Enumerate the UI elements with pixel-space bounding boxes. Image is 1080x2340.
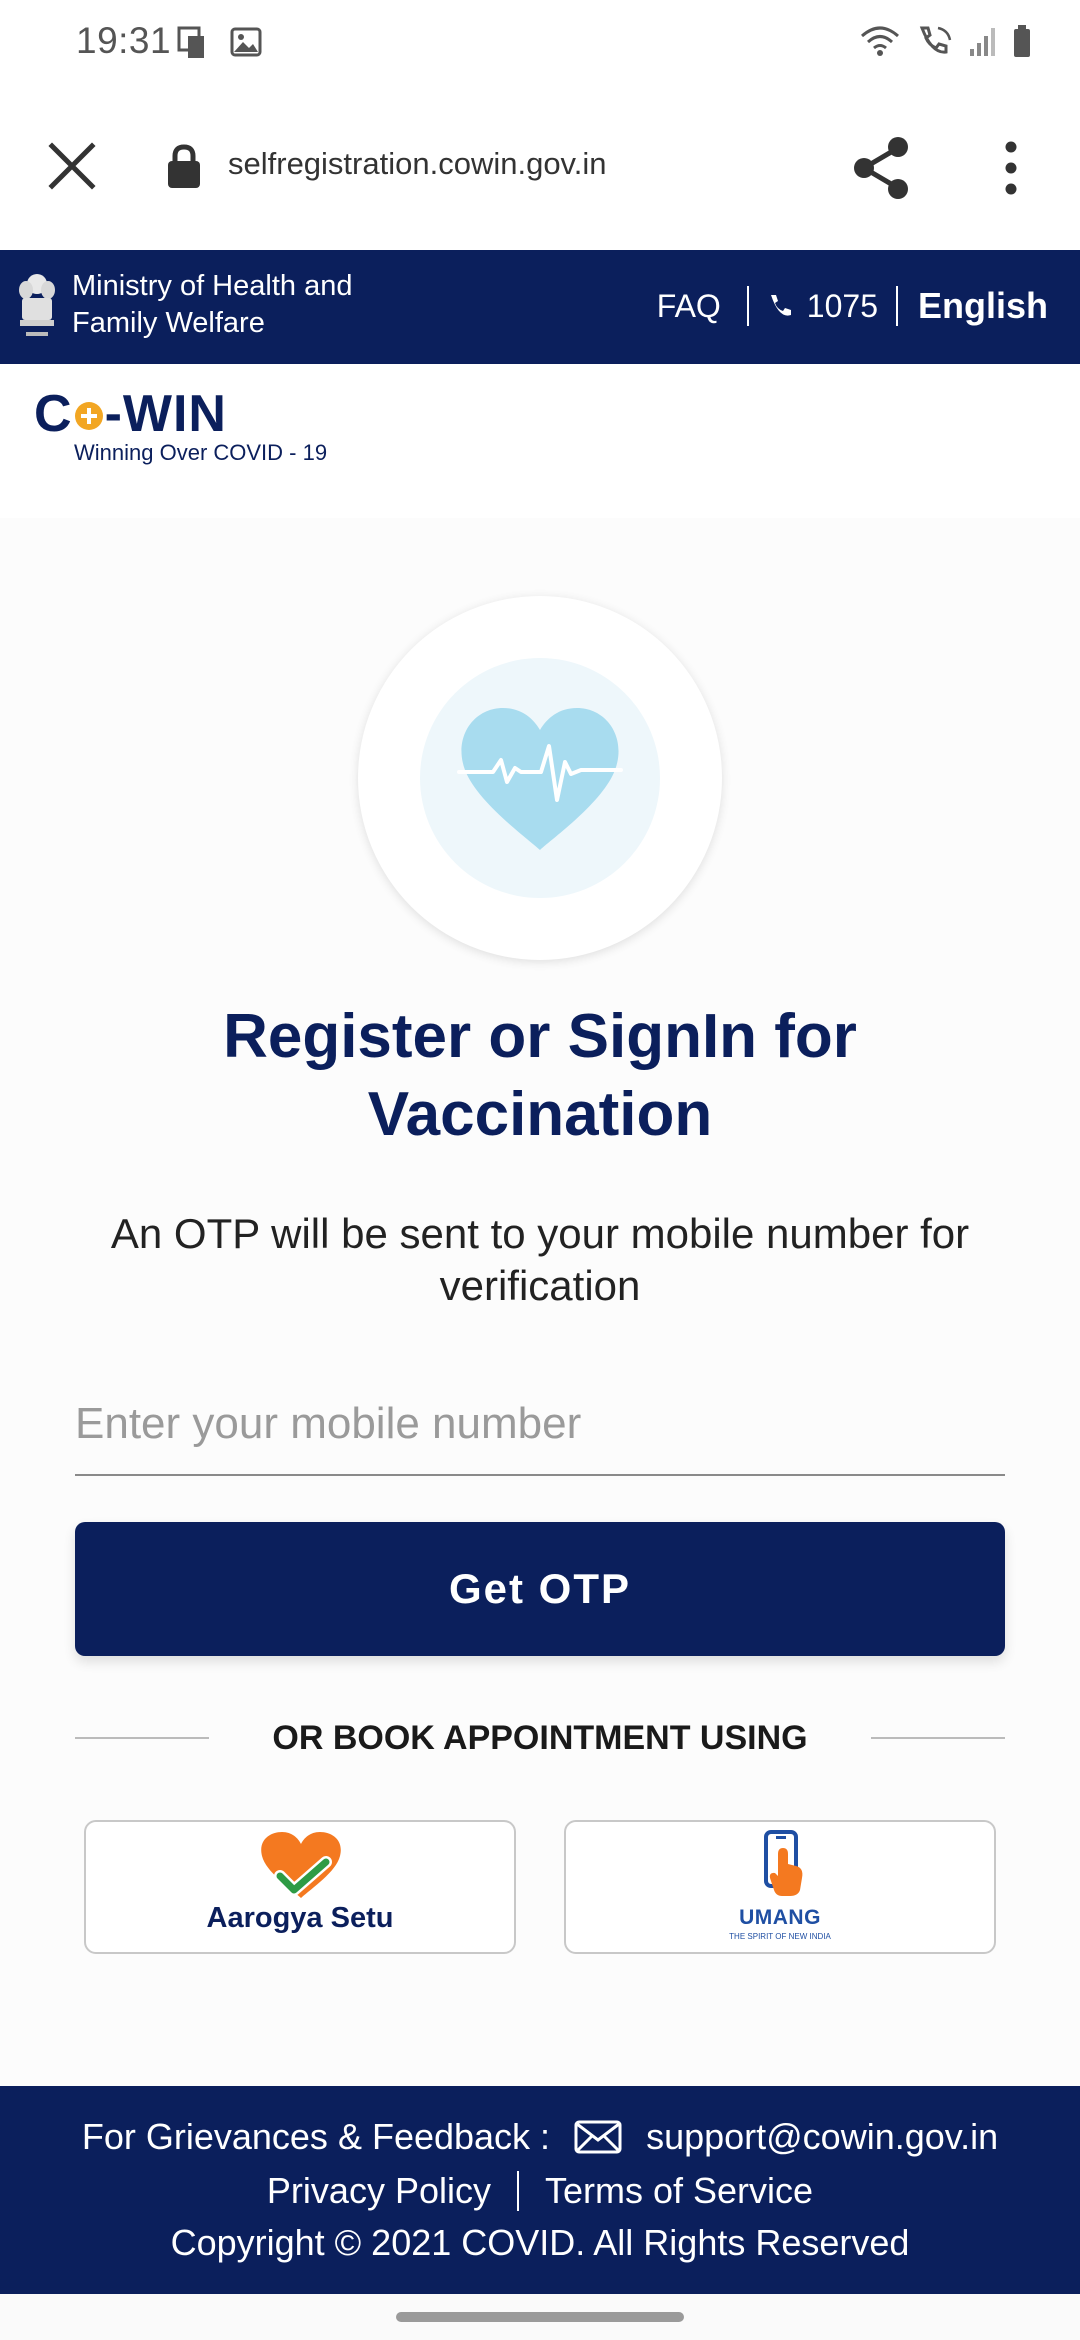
terms-of-service-link[interactable]: Terms of Service <box>545 2170 813 2212</box>
faq-link[interactable]: FAQ <box>657 288 735 325</box>
umang-logo-icon <box>764 1830 803 1896</box>
heart-pulse-icon <box>457 708 623 850</box>
umang-button[interactable]: UMANG THE SPIRIT OF NEW INDIA <box>564 1820 996 1954</box>
logo-bar: C -WIN Winning Over COVID - 19 <box>0 364 1080 518</box>
share-icon[interactable] <box>852 136 912 200</box>
helpline-link[interactable]: 1075 <box>761 288 884 325</box>
umang-label: UMANG <box>739 1906 821 1929</box>
status-right-icons <box>860 24 1032 58</box>
language-selector[interactable]: English <box>910 285 1048 327</box>
logo-suffix: -WIN <box>104 385 227 443</box>
helpline-number: 1075 <box>806 287 878 324</box>
wifi-calling-icon <box>919 26 952 54</box>
footer: For Grievances & Feedback : support@cowi… <box>0 2086 1080 2294</box>
national-emblem-icon <box>19 274 55 336</box>
phone-icon <box>770 295 791 316</box>
grievance-label: For Grievances & Feedback : <box>81 2116 551 2157</box>
aarogya-setu-logo-icon <box>261 1832 341 1898</box>
wifi-icon <box>861 26 899 56</box>
logo-tagline: Winning Over COVID - 19 <box>74 440 328 465</box>
lock-icon <box>168 144 200 188</box>
or-text: OR BOOK APPOINTMENT USING <box>272 1718 808 1757</box>
ministry-header: Ministry of Health and Family Welfare FA… <box>0 250 1080 364</box>
aarogya-setu-label: Aarogya Setu <box>206 1902 394 1934</box>
more-vert-icon[interactable] <box>996 140 1026 196</box>
gallery-icon <box>230 27 262 57</box>
page-title: Register or SignIn for Vaccination <box>223 1002 857 1149</box>
privacy-policy-link[interactable]: Privacy Policy <box>267 2170 491 2212</box>
divider-line-right <box>871 1737 1005 1739</box>
hero-circle <box>420 658 660 898</box>
header-links: FAQ 1075 English <box>657 276 1048 336</box>
footer-grievance-row: For Grievances & Feedback : support@cowi… <box>0 2116 1080 2158</box>
screen-mirror-icon <box>177 26 204 58</box>
get-otp-button[interactable]: Get OTP <box>75 1522 1005 1656</box>
plus-icon <box>74 402 103 430</box>
ministry-line1: Ministry of Health and <box>72 270 353 302</box>
home-indicator[interactable] <box>396 2312 684 2322</box>
divider <box>746 286 749 326</box>
logo-prefix: C <box>34 385 73 443</box>
ministry-line2: Family Welfare <box>72 307 265 339</box>
aarogya-setu-button[interactable]: Aarogya Setu <box>84 1820 516 1954</box>
status-left-icons <box>176 26 262 60</box>
copyright-text: Copyright © 2021 COVID. All Rights Reser… <box>170 2222 910 2263</box>
page-subtitle: An OTP will be sent to your mobile numbe… <box>110 1210 970 1309</box>
main-content: Register or SignIn for Vaccination An OT… <box>0 518 1080 2086</box>
umang-tagline: THE SPIRIT OF NEW INDIA <box>729 1932 831 1941</box>
signal-icon <box>970 28 995 56</box>
divider <box>895 286 898 326</box>
mobile-number-input[interactable] <box>75 1374 1005 1476</box>
footer-links-row: Privacy Policy Terms of Service <box>0 2170 1080 2212</box>
divider <box>516 2171 519 2211</box>
system-nav-bar <box>0 2294 1080 2340</box>
hero-badge <box>358 596 722 960</box>
divider-line-left <box>75 1737 209 1739</box>
url-text[interactable]: selfregistration.cowin.gov.in <box>228 146 607 182</box>
or-divider: OR BOOK APPOINTMENT USING <box>75 1718 1005 1758</box>
ministry-name: Ministry of Health and Family Welfare <box>72 268 352 342</box>
mail-icon <box>574 2120 622 2154</box>
cowin-logo[interactable]: C -WIN <box>34 384 227 444</box>
status-bar: 19:31 <box>0 0 1080 84</box>
support-email-link[interactable]: support@cowin.gov.in <box>646 2116 998 2158</box>
close-icon[interactable] <box>44 138 100 194</box>
browser-toolbar: selfregistration.cowin.gov.in <box>0 84 1080 250</box>
status-time: 19:31 <box>76 20 172 61</box>
battery-icon <box>1014 25 1030 57</box>
